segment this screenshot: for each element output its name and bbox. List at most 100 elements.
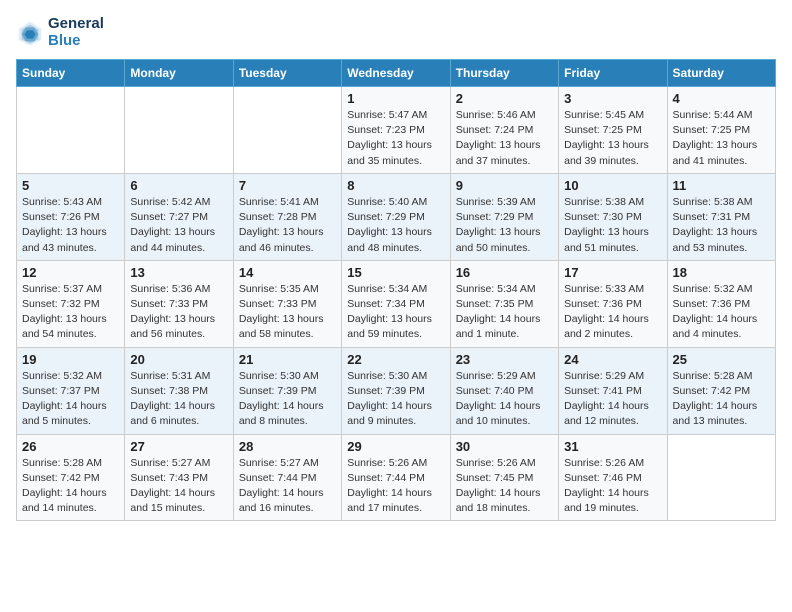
- day-info: Sunrise: 5:38 AM Sunset: 7:31 PM Dayligh…: [673, 195, 770, 256]
- day-info: Sunrise: 5:43 AM Sunset: 7:26 PM Dayligh…: [22, 195, 119, 256]
- calendar-day-cell: 8 Sunrise: 5:40 AM Sunset: 7:29 PM Daylig…: [342, 173, 450, 260]
- calendar-day-cell: 2 Sunrise: 5:46 AM Sunset: 7:24 PM Daylig…: [450, 87, 558, 174]
- calendar-day-cell: 4 Sunrise: 5:44 AM Sunset: 7:25 PM Daylig…: [667, 87, 775, 174]
- calendar-day-cell: 18 Sunrise: 5:32 AM Sunset: 7:36 PM Dayli…: [667, 260, 775, 347]
- calendar-day-cell: 15 Sunrise: 5:34 AM Sunset: 7:34 PM Dayli…: [342, 260, 450, 347]
- day-number: 27: [130, 439, 227, 454]
- day-info: Sunrise: 5:34 AM Sunset: 7:34 PM Dayligh…: [347, 282, 444, 343]
- calendar-day-cell: 24 Sunrise: 5:29 AM Sunset: 7:41 PM Dayli…: [559, 347, 667, 434]
- day-info: Sunrise: 5:47 AM Sunset: 7:23 PM Dayligh…: [347, 108, 444, 169]
- day-info: Sunrise: 5:26 AM Sunset: 7:45 PM Dayligh…: [456, 456, 553, 517]
- day-info: Sunrise: 5:28 AM Sunset: 7:42 PM Dayligh…: [22, 456, 119, 517]
- weekday-header: Friday: [559, 60, 667, 87]
- calendar-week-row: 19Sunrise: 5:32 AM Sunset: 7:37 PM Dayli…: [17, 347, 776, 434]
- day-number: 13: [130, 265, 227, 280]
- day-info: Sunrise: 5:46 AM Sunset: 7:24 PM Dayligh…: [456, 108, 553, 169]
- day-info: Sunrise: 5:44 AM Sunset: 7:25 PM Dayligh…: [673, 108, 770, 169]
- calendar-day-cell: 28 Sunrise: 5:27 AM Sunset: 7:44 PM Dayli…: [233, 434, 341, 521]
- weekday-header: Wednesday: [342, 60, 450, 87]
- calendar-day-cell: 13 Sunrise: 5:36 AM Sunset: 7:33 PM Dayli…: [125, 260, 233, 347]
- calendar-day-cell: 20Sunrise: 5:31 AM Sunset: 7:38 PM Dayli…: [125, 347, 233, 434]
- calendar-day-cell: 17 Sunrise: 5:33 AM Sunset: 7:36 PM Dayli…: [559, 260, 667, 347]
- calendar-day-cell: 10Sunrise: 5:38 AM Sunset: 7:30 PM Dayli…: [559, 173, 667, 260]
- day-number: 26: [22, 439, 119, 454]
- calendar-day-cell: 29 Sunrise: 5:26 AM Sunset: 7:44 PM Dayli…: [342, 434, 450, 521]
- day-info: Sunrise: 5:29 AM Sunset: 7:41 PM Dayligh…: [564, 369, 661, 430]
- day-number: 21: [239, 352, 336, 367]
- day-number: 25: [673, 352, 770, 367]
- logo-icon: [16, 19, 44, 47]
- day-info: Sunrise: 5:30 AM Sunset: 7:39 PM Dayligh…: [347, 369, 444, 430]
- calendar-day-cell: 26 Sunrise: 5:28 AM Sunset: 7:42 PM Dayli…: [17, 434, 125, 521]
- calendar-day-cell: 11 Sunrise: 5:38 AM Sunset: 7:31 PM Dayli…: [667, 173, 775, 260]
- calendar-day-cell: 31Sunrise: 5:26 AM Sunset: 7:46 PM Dayli…: [559, 434, 667, 521]
- day-info: Sunrise: 5:31 AM Sunset: 7:38 PM Dayligh…: [130, 369, 227, 430]
- calendar-day-cell: 27 Sunrise: 5:27 AM Sunset: 7:43 PM Dayli…: [125, 434, 233, 521]
- calendar-day-cell: 21 Sunrise: 5:30 AM Sunset: 7:39 PM Dayli…: [233, 347, 341, 434]
- weekday-header: Monday: [125, 60, 233, 87]
- day-number: 11: [673, 178, 770, 193]
- day-number: 15: [347, 265, 444, 280]
- calendar-day-cell: 25 Sunrise: 5:28 AM Sunset: 7:42 PM Dayli…: [667, 347, 775, 434]
- day-info: Sunrise: 5:40 AM Sunset: 7:29 PM Dayligh…: [347, 195, 444, 256]
- day-number: 16: [456, 265, 553, 280]
- day-info: Sunrise: 5:26 AM Sunset: 7:46 PM Dayligh…: [564, 456, 661, 517]
- day-info: Sunrise: 5:33 AM Sunset: 7:36 PM Dayligh…: [564, 282, 661, 343]
- day-number: 29: [347, 439, 444, 454]
- day-info: Sunrise: 5:26 AM Sunset: 7:44 PM Dayligh…: [347, 456, 444, 517]
- day-info: Sunrise: 5:27 AM Sunset: 7:43 PM Dayligh…: [130, 456, 227, 517]
- day-info: Sunrise: 5:35 AM Sunset: 7:33 PM Dayligh…: [239, 282, 336, 343]
- day-info: Sunrise: 5:32 AM Sunset: 7:36 PM Dayligh…: [673, 282, 770, 343]
- calendar-day-cell: 23 Sunrise: 5:29 AM Sunset: 7:40 PM Dayli…: [450, 347, 558, 434]
- day-number: 24: [564, 352, 661, 367]
- calendar-day-cell: 19Sunrise: 5:32 AM Sunset: 7:37 PM Dayli…: [17, 347, 125, 434]
- calendar-day-cell: 16 Sunrise: 5:34 AM Sunset: 7:35 PM Dayli…: [450, 260, 558, 347]
- calendar-day-cell: [17, 87, 125, 174]
- day-number: 4: [673, 91, 770, 106]
- calendar-week-row: 1 Sunrise: 5:47 AM Sunset: 7:23 PM Daylig…: [17, 87, 776, 174]
- logo: General Blue: [16, 16, 104, 49]
- weekday-header-row: SundayMondayTuesdayWednesdayThursdayFrid…: [17, 60, 776, 87]
- calendar-day-cell: 12Sunrise: 5:37 AM Sunset: 7:32 PM Dayli…: [17, 260, 125, 347]
- calendar-day-cell: [667, 434, 775, 521]
- day-info: Sunrise: 5:45 AM Sunset: 7:25 PM Dayligh…: [564, 108, 661, 169]
- calendar-week-row: 5Sunrise: 5:43 AM Sunset: 7:26 PM Daylig…: [17, 173, 776, 260]
- day-info: Sunrise: 5:36 AM Sunset: 7:33 PM Dayligh…: [130, 282, 227, 343]
- day-number: 9: [456, 178, 553, 193]
- calendar-day-cell: 14 Sunrise: 5:35 AM Sunset: 7:33 PM Dayli…: [233, 260, 341, 347]
- calendar-day-cell: 9 Sunrise: 5:39 AM Sunset: 7:29 PM Daylig…: [450, 173, 558, 260]
- day-number: 7: [239, 178, 336, 193]
- day-info: Sunrise: 5:39 AM Sunset: 7:29 PM Dayligh…: [456, 195, 553, 256]
- day-number: 28: [239, 439, 336, 454]
- day-number: 8: [347, 178, 444, 193]
- day-info: Sunrise: 5:34 AM Sunset: 7:35 PM Dayligh…: [456, 282, 553, 343]
- day-info: Sunrise: 5:30 AM Sunset: 7:39 PM Dayligh…: [239, 369, 336, 430]
- weekday-header: Saturday: [667, 60, 775, 87]
- calendar-day-cell: 7 Sunrise: 5:41 AM Sunset: 7:28 PM Daylig…: [233, 173, 341, 260]
- day-info: Sunrise: 5:41 AM Sunset: 7:28 PM Dayligh…: [239, 195, 336, 256]
- page-header: General Blue: [16, 16, 776, 49]
- day-number: 19: [22, 352, 119, 367]
- calendar-table: SundayMondayTuesdayWednesdayThursdayFrid…: [16, 59, 776, 521]
- calendar-day-cell: [233, 87, 341, 174]
- weekday-header: Sunday: [17, 60, 125, 87]
- day-number: 18: [673, 265, 770, 280]
- calendar-day-cell: 22 Sunrise: 5:30 AM Sunset: 7:39 PM Dayli…: [342, 347, 450, 434]
- day-info: Sunrise: 5:29 AM Sunset: 7:40 PM Dayligh…: [456, 369, 553, 430]
- day-number: 1: [347, 91, 444, 106]
- day-number: 14: [239, 265, 336, 280]
- calendar-day-cell: 3Sunrise: 5:45 AM Sunset: 7:25 PM Daylig…: [559, 87, 667, 174]
- calendar-day-cell: 6Sunrise: 5:42 AM Sunset: 7:27 PM Daylig…: [125, 173, 233, 260]
- calendar-day-cell: 1 Sunrise: 5:47 AM Sunset: 7:23 PM Daylig…: [342, 87, 450, 174]
- day-info: Sunrise: 5:42 AM Sunset: 7:27 PM Dayligh…: [130, 195, 227, 256]
- day-number: 23: [456, 352, 553, 367]
- day-number: 2: [456, 91, 553, 106]
- weekday-header: Tuesday: [233, 60, 341, 87]
- day-number: 17: [564, 265, 661, 280]
- calendar-week-row: 12Sunrise: 5:37 AM Sunset: 7:32 PM Dayli…: [17, 260, 776, 347]
- day-info: Sunrise: 5:38 AM Sunset: 7:30 PM Dayligh…: [564, 195, 661, 256]
- day-info: Sunrise: 5:27 AM Sunset: 7:44 PM Dayligh…: [239, 456, 336, 517]
- logo-text: General Blue: [48, 16, 104, 49]
- day-number: 22: [347, 352, 444, 367]
- day-info: Sunrise: 5:28 AM Sunset: 7:42 PM Dayligh…: [673, 369, 770, 430]
